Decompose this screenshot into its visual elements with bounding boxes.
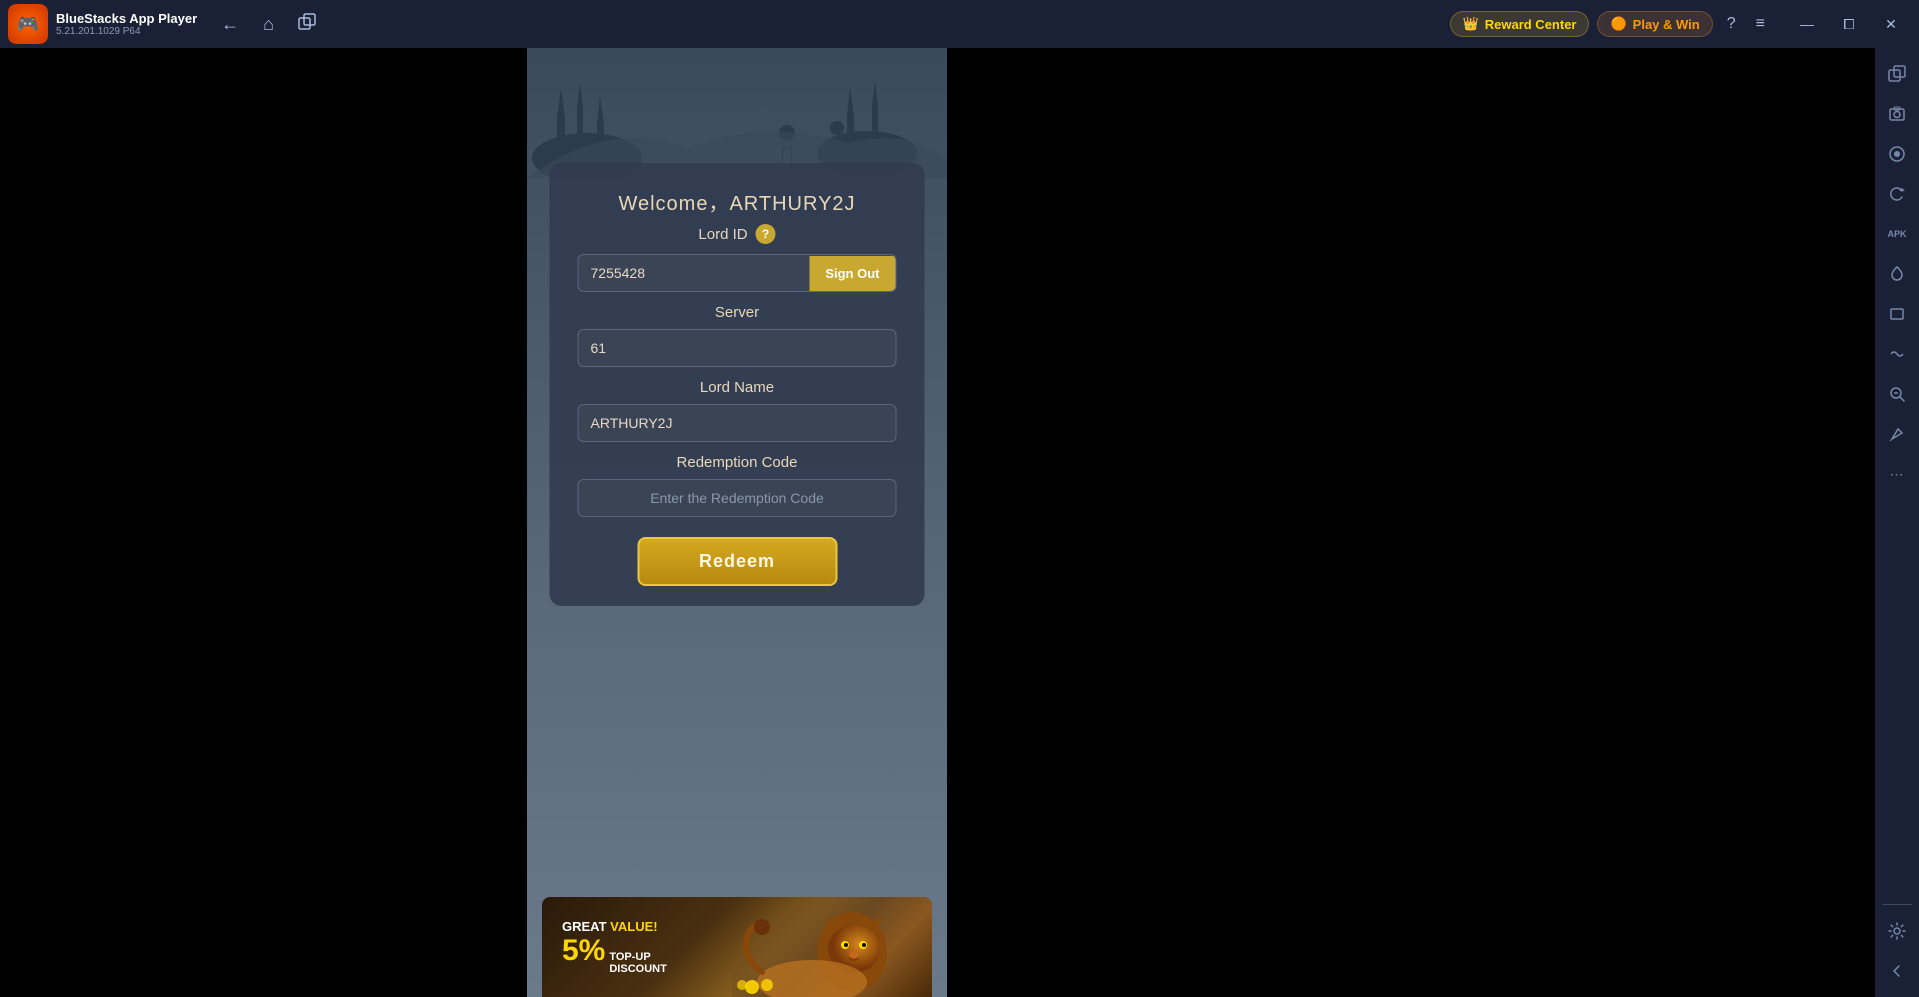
sidebar-zoom-icon[interactable] xyxy=(1879,376,1915,412)
sidebar-divider xyxy=(1882,904,1912,905)
menu-button[interactable]: ≡ xyxy=(1750,11,1771,37)
welcome-title: Welcome，ARTHURY2J xyxy=(618,187,855,216)
help-button[interactable]: ? xyxy=(1721,11,1742,37)
sidebar-settings-icon[interactable] xyxy=(1879,913,1915,949)
promotion-banner[interactable]: GREAT VALUE! 5% TOP-UP DISCOUNT xyxy=(542,897,932,997)
play-win-icon: 🟠 xyxy=(1610,16,1626,32)
titlebar: 🎮 BlueStacks App Player 5.21.201.1029 P6… xyxy=(0,0,1919,48)
titlebar-right: 👑 Reward Center 🟠 Play & Win ? ≡ — ⧠ ✕ xyxy=(1450,8,1911,40)
lord-name-label: Lord Name xyxy=(700,379,774,396)
lord-name-value: ARTHURY2J xyxy=(578,404,897,442)
sidebar-video-icon[interactable] xyxy=(1879,136,1915,172)
banner-text: GREAT VALUE! 5% TOP-UP DISCOUNT xyxy=(542,919,687,975)
lord-id-row: Lord ID ? xyxy=(698,224,775,244)
sidebar-screen-icon[interactable] xyxy=(1879,296,1915,332)
redemption-code-input[interactable] xyxy=(578,479,897,517)
main-content: Welcome，ARTHURY2J Lord ID ? Sign Out Ser… xyxy=(0,48,1919,997)
play-win-button[interactable]: 🟠 Play & Win xyxy=(1597,11,1712,37)
back-button[interactable]: ← xyxy=(217,10,243,39)
redeem-button[interactable]: Redeem xyxy=(637,537,837,586)
dialog-card: Welcome，ARTHURY2J Lord ID ? Sign Out Ser… xyxy=(550,163,925,606)
window-controls: — ⧠ ✕ xyxy=(1787,8,1911,40)
lord-id-input[interactable] xyxy=(579,255,810,291)
server-label: Server xyxy=(715,304,759,321)
maximize-button[interactable]: ⧠ xyxy=(1829,8,1869,40)
sidebar-shake-icon[interactable] xyxy=(1879,336,1915,372)
center-area: Welcome，ARTHURY2J Lord ID ? Sign Out Ser… xyxy=(527,48,947,997)
server-value: 61 xyxy=(578,329,897,367)
app-logo: 🎮 xyxy=(8,4,48,44)
sidebar-back-icon[interactable] xyxy=(1879,953,1915,989)
minimize-button[interactable]: — xyxy=(1787,8,1827,40)
left-area xyxy=(0,48,527,997)
home-button[interactable]: ⌂ xyxy=(259,10,278,39)
banner-lion-bg xyxy=(732,897,932,997)
sidebar-screenshot-icon[interactable] xyxy=(1879,96,1915,132)
reward-center-button[interactable]: 👑 Reward Center xyxy=(1450,11,1590,37)
lord-id-field: Sign Out xyxy=(578,254,897,292)
nav-buttons: ← ⌂ xyxy=(217,9,320,40)
sidebar-rotate-icon[interactable] xyxy=(1879,176,1915,212)
multi-window-button[interactable] xyxy=(294,9,320,40)
app-name-block: BlueStacks App Player 5.21.201.1029 P64 xyxy=(56,11,197,37)
lord-id-label: Lord ID xyxy=(698,226,747,243)
reward-crown-icon: 👑 xyxy=(1463,16,1479,32)
sidebar-draw-icon[interactable] xyxy=(1879,416,1915,452)
app-name: BlueStacks App Player xyxy=(56,11,197,26)
sign-out-button[interactable]: Sign Out xyxy=(809,256,895,291)
right-area xyxy=(947,48,1919,997)
banner-discount-row: 5% TOP-UP DISCOUNT xyxy=(562,934,667,975)
sidebar-eco-icon[interactable] xyxy=(1879,256,1915,292)
play-win-label: Play & Win xyxy=(1633,17,1700,32)
deco-top xyxy=(527,48,947,178)
redemption-code-label: Redemption Code xyxy=(677,454,798,471)
app-version: 5.21.201.1029 P64 xyxy=(56,26,197,37)
sidebar-multiinstance-icon[interactable] xyxy=(1879,56,1915,92)
sidebar-apk-icon[interactable]: APK xyxy=(1879,216,1915,252)
sidebar-more-icon[interactable]: ⋯ xyxy=(1879,456,1915,492)
banner-great: GREAT VALUE! xyxy=(562,919,667,934)
reward-center-label: Reward Center xyxy=(1485,17,1577,32)
banner-topup-discount: TOP-UP DISCOUNT xyxy=(609,951,666,975)
banner-percent: 5% xyxy=(562,934,605,968)
right-sidebar: APK ⋯ xyxy=(1875,48,1919,997)
close-button[interactable]: ✕ xyxy=(1871,8,1911,40)
lord-id-help-icon[interactable]: ? xyxy=(756,224,776,244)
